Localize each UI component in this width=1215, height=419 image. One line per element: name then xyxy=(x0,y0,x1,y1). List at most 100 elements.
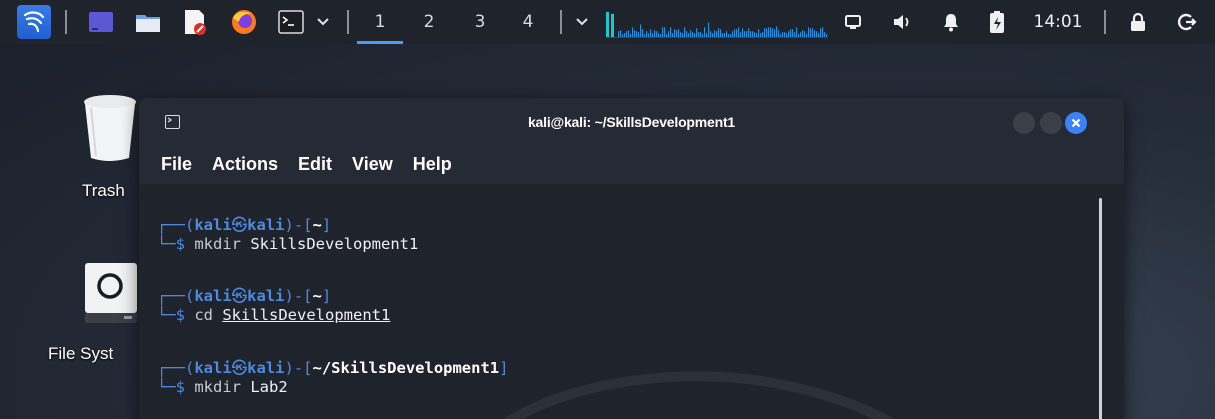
applications-menu-button[interactable] xyxy=(14,0,54,44)
windows-dropdown[interactable] xyxy=(566,0,598,44)
cpu-graph-bar xyxy=(816,31,818,37)
cpu-graph-bar xyxy=(658,33,660,37)
cpu-graph-bar xyxy=(764,28,766,37)
show-desktop-icon xyxy=(89,12,113,32)
text-editor-launcher[interactable] xyxy=(178,0,212,44)
cpu-graph-bar xyxy=(716,31,718,37)
show-desktop-button[interactable] xyxy=(84,0,118,44)
workspace-label: 4 xyxy=(522,12,534,32)
notifications-button[interactable] xyxy=(934,0,968,44)
launcher-dropdown[interactable] xyxy=(308,0,338,44)
desktop-icon-label: Trash xyxy=(82,181,125,200)
cpu-graph-bar xyxy=(780,34,782,37)
cpu-graph-bar xyxy=(784,32,786,37)
cpu-graph-bar xyxy=(698,32,700,37)
window-title: kali@kali: ~/SkillsDevelopment1 xyxy=(527,114,736,130)
menu-view[interactable]: View xyxy=(352,154,393,175)
cpu-graph-bar xyxy=(682,33,684,37)
volume-button[interactable] xyxy=(885,0,919,44)
battery-button[interactable] xyxy=(980,0,1014,44)
cpu-graph-bar xyxy=(792,29,794,37)
bell-icon xyxy=(944,14,958,32)
clock[interactable]: 14:01 xyxy=(1028,0,1088,44)
cpu-graph-bar xyxy=(756,33,758,37)
cpu-graph-bar xyxy=(718,28,720,37)
cpu-graph-bar xyxy=(752,31,754,37)
cpu-graph-bar xyxy=(676,30,678,37)
cpu-graph-bar xyxy=(768,27,770,37)
cpu-graph-bar xyxy=(772,28,774,37)
cpu-graph-bar xyxy=(732,31,734,37)
cpu-graph-bar xyxy=(722,33,724,37)
menu-edit[interactable]: Edit xyxy=(298,154,332,175)
cpu-graph-bar xyxy=(686,31,688,37)
prompt-user: kali xyxy=(194,359,232,377)
menu-help[interactable]: Help xyxy=(413,154,452,175)
prompt-line: ┌──(kali㉿kali)-[~/SkillsDevelopment1] xyxy=(157,359,509,377)
cpu-graph-bar xyxy=(804,31,806,37)
cpu-graph-bar xyxy=(680,32,682,37)
cpu-graph-bar xyxy=(634,30,636,37)
prompt-user: kali xyxy=(194,287,232,305)
cpu-graph-bar xyxy=(750,31,752,37)
prompt-line: ┌──(kali㉿kali)-[~] xyxy=(157,216,332,234)
volume-icon xyxy=(894,15,909,29)
cpu-graph[interactable] xyxy=(606,8,828,38)
cpu-graph-bar xyxy=(640,24,642,37)
battery-charging-icon xyxy=(990,11,1004,33)
logout-button[interactable] xyxy=(1170,0,1204,44)
drive-icon xyxy=(85,263,137,323)
maximize-button[interactable] xyxy=(1040,112,1062,134)
cpu-graph-bar xyxy=(808,27,810,37)
cpu-graph-bar xyxy=(656,31,658,37)
cpu-graph-bar xyxy=(660,34,662,37)
cpu-graph-bar xyxy=(710,31,712,37)
file-manager-launcher[interactable] xyxy=(131,0,165,44)
cpu-graph-bar xyxy=(810,28,812,37)
cpu-graph-bar xyxy=(714,30,716,37)
menu-actions[interactable]: Actions xyxy=(212,154,278,175)
cpu-graph-bar xyxy=(624,33,626,37)
cpu-graph-bar xyxy=(738,27,740,37)
command-line: └─$ mkdir Lab2 xyxy=(157,378,288,396)
cpu-graph-bar xyxy=(724,33,726,37)
firefox-launcher[interactable] xyxy=(227,0,261,44)
cpu-graph-bar xyxy=(636,31,638,37)
workspace-1[interactable]: 1 xyxy=(357,0,403,44)
workspace-3[interactable]: 3 xyxy=(457,0,503,44)
desktop-icon-trash[interactable] xyxy=(82,94,138,162)
close-button[interactable] xyxy=(1065,112,1087,134)
display-button[interactable] xyxy=(836,0,870,44)
logout-icon xyxy=(1177,13,1197,31)
clock-time: 14:01 xyxy=(1033,12,1083,32)
workspace-label: 2 xyxy=(423,12,435,32)
cpu-graph-bar xyxy=(708,22,710,37)
panel-separator xyxy=(560,10,562,34)
menu-file[interactable]: File xyxy=(161,154,192,175)
cpu-graph-bar xyxy=(800,32,802,37)
cpu-graph-bar xyxy=(618,31,620,37)
minimize-button[interactable] xyxy=(1013,112,1035,134)
terminal-window[interactable]: kali@kali: ~/SkillsDevelopment1 File Act… xyxy=(139,98,1124,419)
cpu-graph-bar xyxy=(760,33,762,37)
cpu-graph-bar xyxy=(820,28,822,37)
file-manager-icon xyxy=(136,15,160,32)
scrollbar[interactable] xyxy=(1099,198,1102,419)
terminal-output[interactable]: ┌──(kali㉿kali)-[~] └─$ mkdir SkillsDevel… xyxy=(139,184,1124,419)
cpu-graph-bar xyxy=(622,34,624,37)
prompt-host: kali xyxy=(247,359,285,377)
desktop-icon-filesystem[interactable] xyxy=(84,262,138,324)
workspace-2[interactable]: 2 xyxy=(406,0,452,44)
command-argument: SkillsDevelopment1 xyxy=(250,235,419,253)
lock-screen-button[interactable] xyxy=(1121,0,1155,44)
workspace-4[interactable]: 4 xyxy=(505,0,551,44)
terminal-launcher[interactable] xyxy=(274,0,308,44)
prompt-user: kali xyxy=(194,216,232,234)
cpu-graph-bar xyxy=(778,30,780,37)
prompt-host: kali xyxy=(247,287,285,305)
cpu-graph-bar xyxy=(642,29,644,37)
cpu-graph-bar xyxy=(766,28,768,37)
prompt-path: ~ xyxy=(312,287,322,305)
title-bar[interactable]: kali@kali: ~/SkillsDevelopment1 xyxy=(139,98,1124,144)
cpu-graph-bar xyxy=(754,32,756,37)
